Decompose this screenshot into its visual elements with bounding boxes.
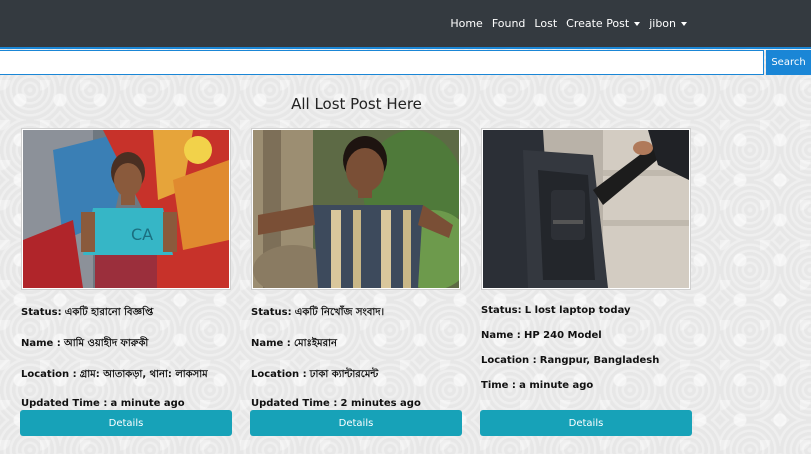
name-label: Name :	[481, 330, 521, 341]
lost-post-card: CA Status: একটি হারানো বিজ্ঞপ্তি Name : …	[20, 128, 232, 436]
nav-lost-link[interactable]: Lost	[534, 17, 557, 30]
post-photo-image	[253, 130, 459, 288]
details-button[interactable]: Details	[250, 410, 462, 436]
nav-user-label: jibon	[649, 17, 676, 30]
status-label: Status:	[21, 307, 62, 318]
name-value: HP 240 Model	[524, 330, 602, 341]
nav-home-label: Home	[450, 17, 483, 30]
name-label: Name :	[251, 338, 291, 349]
time-value: a minute ago	[519, 380, 594, 391]
location-value: গ্রাম: আতাকড়া, থানা: লাকসাম	[79, 369, 208, 380]
post-location: Location : ঢাকা ক্যান্টারমেন্ট	[251, 367, 462, 384]
post-status: Status: L lost laptop today	[481, 305, 692, 316]
location-label: Location :	[21, 369, 77, 380]
post-location: Location : Rangpur, Bangladesh	[481, 355, 692, 366]
post-location: Location : গ্রাম: আতাকড়া, থানা: লাকসাম	[21, 367, 232, 384]
page-title: All Lost Post Here	[291, 95, 422, 113]
post-time: Time : a minute ago	[481, 380, 692, 391]
post-photo	[481, 128, 691, 290]
post-name: Name : আমি ওয়াহীদ ফারুকী	[21, 336, 232, 353]
search-button[interactable]: Search	[766, 50, 811, 75]
nav-found-label: Found	[491, 17, 526, 30]
location-value: ঢাকা ক্যান্টারমেন্ট	[309, 369, 379, 380]
time-label: Updated Time :	[251, 398, 338, 409]
name-value: মোঃইমরান	[294, 338, 337, 349]
lost-post-card: Status: L lost laptop today Name : HP 24…	[480, 128, 692, 436]
location-value: Rangpur, Bangladesh	[539, 355, 660, 366]
location-label: Location :	[481, 355, 537, 366]
details-button[interactable]: Details	[480, 410, 692, 436]
time-label: Time :	[481, 380, 516, 391]
post-status: Status: একটি হারানো বিজ্ঞপ্তি	[21, 305, 232, 322]
post-photo-image	[483, 130, 689, 288]
time-label: Updated Time :	[21, 398, 108, 409]
nav-user-dropdown[interactable]: jibon	[649, 17, 687, 30]
search-input[interactable]	[0, 50, 764, 75]
name-label: Name :	[21, 338, 61, 349]
post-photo	[251, 128, 461, 290]
post-time: Updated Time : a minute ago	[21, 398, 232, 409]
time-value: a minute ago	[110, 398, 185, 409]
post-name: Name : মোঃইমরান	[251, 336, 462, 353]
location-label: Location :	[251, 369, 307, 380]
status-label: Status:	[481, 305, 522, 316]
top-navbar: Home Found Lost Create Post jibon	[0, 0, 811, 49]
caret-down-icon	[681, 21, 687, 26]
status-label: Status:	[251, 307, 292, 318]
caret-down-icon	[634, 21, 641, 26]
nav-links: Home Found Lost Create Post jibon	[450, 0, 687, 47]
post-photo-image: CA	[23, 130, 229, 288]
time-value: 2 minutes ago	[340, 398, 421, 409]
post-time: Updated Time : 2 minutes ago	[251, 398, 462, 409]
name-value: আমি ওয়াহীদ ফারুকী	[64, 338, 149, 349]
lost-post-card: Status: একটি নিখোঁজ সংবাদ। Name : মোঃইমর…	[250, 128, 462, 436]
nav-lost-label: Lost	[534, 17, 558, 30]
status-value: একটি নিখোঁজ সংবাদ।	[294, 307, 385, 318]
nav-home-link[interactable]: Home	[450, 17, 482, 30]
post-status: Status: একটি নিখোঁজ সংবাদ।	[251, 305, 462, 322]
details-button[interactable]: Details	[20, 410, 232, 436]
post-photo: CA	[21, 128, 231, 290]
nav-create-post-dropdown[interactable]: Create Post	[566, 17, 641, 30]
nav-found-link[interactable]: Found	[492, 17, 526, 30]
nav-create-post-label: Create Post	[566, 17, 630, 30]
post-name: Name : HP 240 Model	[481, 330, 692, 341]
search-bar: Search	[0, 49, 811, 77]
status-value: L lost laptop today	[524, 305, 631, 316]
svg-text:CA: CA	[131, 225, 153, 244]
status-value: একটি হারানো বিজ্ঞপ্তি	[64, 307, 154, 318]
